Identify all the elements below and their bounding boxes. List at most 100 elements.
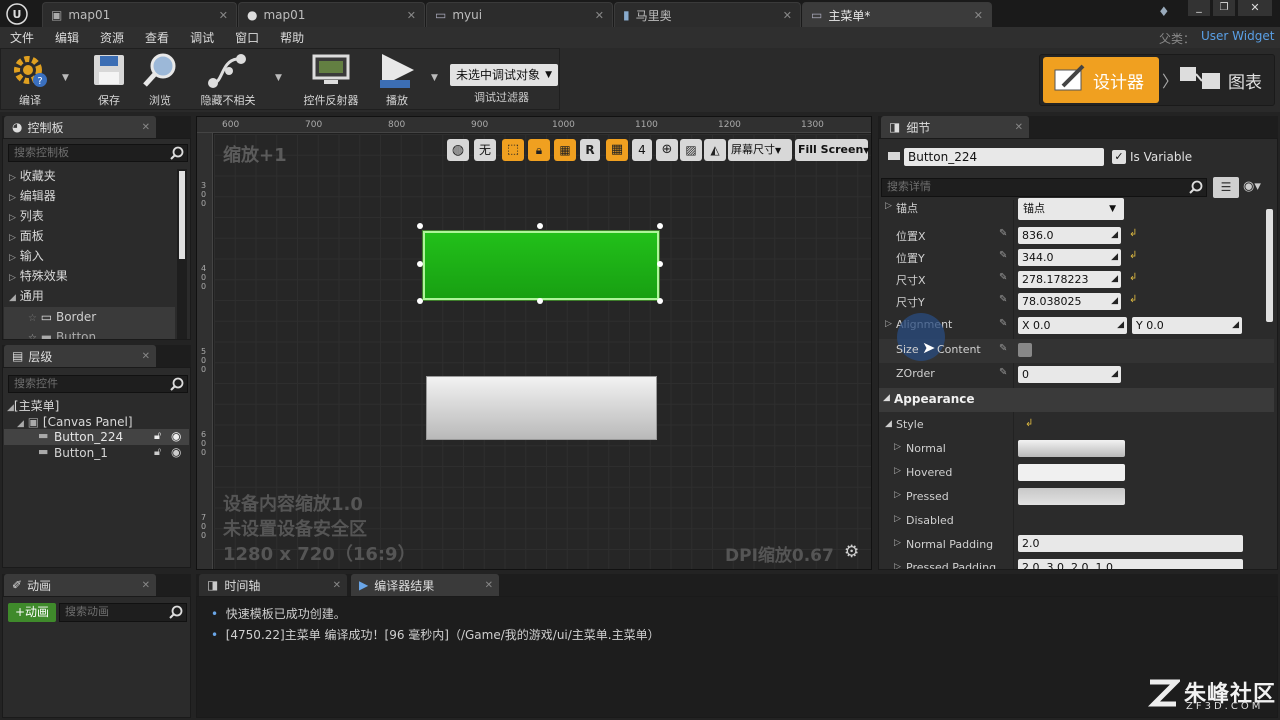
palette-category-panel[interactable]: ▷ 面板 — [9, 226, 44, 246]
expand-pressed-padding-icon[interactable]: ▷ — [894, 562, 901, 569]
tab-map01-b[interactable]: ● map01 ✕ — [238, 2, 425, 27]
details-scrollbar[interactable] — [1266, 209, 1273, 322]
close-icon[interactable]: ✕ — [974, 9, 983, 22]
resize-handle[interactable] — [537, 223, 543, 229]
designer-viewport[interactable]: 600 700 800 900 1000 1100 1200 1300 300 … — [196, 116, 872, 570]
close-icon[interactable]: ✕ — [485, 580, 493, 591]
anchor-select[interactable]: 锚点 ▼ — [1018, 198, 1124, 220]
pin-icon[interactable]: ✎ — [999, 272, 1007, 283]
image-icon[interactable]: ▨ — [680, 139, 702, 161]
fill-screen-select[interactable]: Fill Screen▼ — [795, 139, 869, 161]
close-icon[interactable]: ✕ — [142, 580, 150, 591]
compile-button[interactable]: ? 编译 — [4, 48, 56, 110]
appearance-category[interactable]: ◢ Appearance — [879, 388, 1274, 412]
tab-main-menu[interactable]: ▭ 主菜单* ✕ — [802, 2, 992, 27]
canvas-button-1[interactable] — [426, 376, 657, 440]
close-icon[interactable]: ✕ — [407, 9, 416, 22]
resize-handle[interactable] — [657, 261, 663, 267]
pin-icon[interactable]: ✎ — [999, 228, 1007, 239]
menu-view[interactable]: 查看 — [135, 29, 180, 46]
alignment-x-field[interactable]: X 0.0 ◢ — [1018, 317, 1127, 334]
pressed-padding-field[interactable]: 2.0, 3.0, 2.0, 1.0 — [1018, 559, 1243, 569]
normal-padding-field[interactable]: 2.0 — [1018, 535, 1243, 552]
hierarchy-item-button-1[interactable]: ▬ Button_1 🔓︎ ◉ — [4, 445, 189, 461]
outline-icon[interactable]: ⬚ — [502, 139, 524, 161]
gear-icon[interactable]: ⚙ — [844, 542, 859, 562]
resize-handle[interactable] — [417, 261, 423, 267]
minimize-button[interactable]: _ — [1188, 0, 1210, 16]
menu-window[interactable]: 窗口 — [225, 29, 270, 46]
expand-alignment-icon[interactable]: ▷ — [885, 319, 892, 329]
alignment-y-field[interactable]: Y 0.0 ◢ — [1132, 317, 1242, 334]
resize-handle[interactable] — [537, 298, 543, 304]
graph-mode-button[interactable]: 图表 — [1178, 57, 1270, 103]
maximize-button[interactable]: ❐ — [1213, 0, 1235, 16]
palette-category-favorites[interactable]: ▷ 收藏夹 — [9, 166, 56, 186]
close-icon[interactable]: ✕ — [142, 122, 150, 133]
menu-file[interactable]: 文件 — [0, 29, 45, 46]
size-to-content-checkbox[interactable] — [1018, 343, 1032, 357]
add-animation-button[interactable]: +动画 — [8, 603, 56, 622]
lock-icon[interactable]: 🔓︎ — [154, 429, 161, 443]
screen-size-select[interactable]: 屏幕尺寸▼ — [728, 139, 792, 161]
reset-arrow-icon[interactable]: ↲ — [1129, 272, 1137, 283]
hierarchy-search-input[interactable]: 搜索控件 — [8, 375, 188, 393]
pin-icon[interactable]: ✎ — [999, 367, 1007, 378]
hide-unrelated-button[interactable]: 隐藏不相关 — [193, 48, 263, 110]
mirror-icon[interactable]: ◭ — [704, 139, 726, 161]
size-x-field[interactable]: 278.178223 ◢ — [1018, 271, 1121, 288]
normal-brush-swatch[interactable] — [1018, 440, 1125, 457]
expand-normal-icon[interactable]: ▷ — [894, 442, 901, 452]
resize-handle[interactable] — [417, 223, 423, 229]
grid-snap-icon[interactable]: ▦ — [606, 139, 628, 161]
palette-search-input[interactable]: 搜索控制板 — [8, 144, 188, 162]
menu-edit[interactable]: 编辑 — [45, 29, 90, 46]
pin-icon[interactable]: ✎ — [999, 318, 1007, 329]
visibility-eye-icon[interactable]: ◉▾ — [1243, 179, 1261, 194]
designer-mode-button[interactable]: 设计器 — [1043, 57, 1159, 103]
rotation-snap-button[interactable]: R — [580, 139, 600, 161]
debug-target-select[interactable]: 未选中调试对象 ▼ — [450, 64, 558, 86]
close-icon[interactable]: ✕ — [1015, 122, 1023, 133]
unreal-logo-icon[interactable]: U — [6, 3, 30, 25]
reset-arrow-icon[interactable]: ↲ — [1129, 250, 1137, 261]
palette-category-input[interactable]: ▷ 输入 — [9, 246, 44, 266]
reset-arrow-icon[interactable]: ↲ — [1025, 418, 1033, 429]
tab-details[interactable]: ◨ 细节 ✕ — [881, 116, 1029, 138]
tab-mario[interactable]: ▮ 马里奥 ✕ — [614, 2, 801, 27]
compile-dropdown-icon[interactable]: ▼ — [62, 73, 69, 83]
pos-y-field[interactable]: 344.0 ◢ — [1018, 249, 1121, 266]
menu-asset[interactable]: 资源 — [90, 29, 135, 46]
pin-icon[interactable]: ✎ — [999, 343, 1007, 354]
scroll-thumb[interactable] — [179, 171, 185, 259]
pressed-brush-swatch[interactable] — [1018, 488, 1125, 505]
tab-hierarchy[interactable]: ▤ 层级 ✕ — [4, 345, 156, 367]
close-icon[interactable]: ✕ — [595, 9, 604, 22]
canvas-button-224[interactable] — [423, 231, 659, 300]
close-icon[interactable]: ✕ — [783, 9, 792, 22]
expand-hovered-icon[interactable]: ▷ — [894, 466, 901, 476]
palette-category-special-effects[interactable]: ▷ 特殊效果 — [9, 266, 68, 286]
resize-handle[interactable] — [657, 223, 663, 229]
hierarchy-item-button-224[interactable]: ▬ Button_224 🔓︎ ◉ — [4, 429, 189, 445]
hide-unrelated-dropdown-icon[interactable]: ▼ — [275, 73, 282, 83]
browse-button[interactable]: 浏览 — [137, 48, 183, 110]
property-matrix-icon[interactable]: ☰ — [1213, 177, 1239, 198]
lock-icon[interactable]: 🔓︎ — [154, 445, 161, 459]
lock-icon[interactable]: 🔒︎ — [528, 139, 550, 161]
close-icon[interactable]: ✕ — [333, 580, 341, 591]
column-divider[interactable] — [1013, 200, 1014, 569]
widget-name-input[interactable]: Button_224 — [904, 148, 1104, 166]
details-search-input[interactable]: 搜索详情 — [881, 178, 1207, 197]
eye-icon[interactable]: ◉ — [171, 445, 181, 459]
palette-item-border[interactable]: ☆ ▭ Border — [4, 307, 175, 327]
parent-class-link[interactable]: User Widget — [1201, 29, 1274, 43]
play-button[interactable]: 播放 — [372, 48, 422, 110]
pos-x-field[interactable]: 836.0 ◢ — [1018, 227, 1121, 244]
animation-search-input[interactable]: 搜索动画 — [59, 603, 187, 622]
expand-anchor-icon[interactable]: ▷ — [885, 201, 892, 211]
reset-arrow-icon[interactable]: ↲ — [1129, 228, 1137, 239]
tab-timeline[interactable]: ◨ 时间轴 ✕ — [199, 574, 347, 596]
is-variable-checkbox[interactable]: ✓ — [1112, 150, 1126, 164]
globe-icon[interactable]: ◍ — [447, 139, 469, 161]
